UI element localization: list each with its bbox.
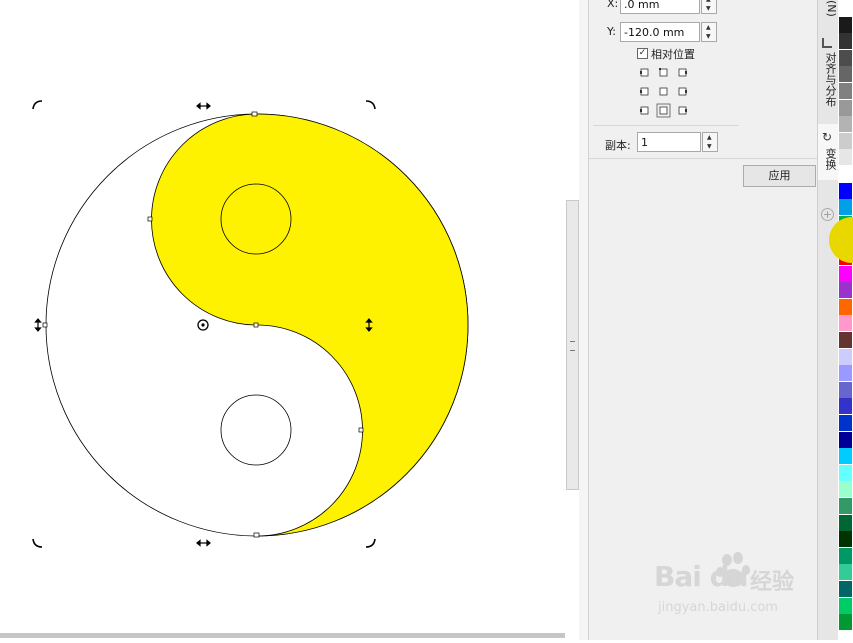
align-icon — [822, 38, 832, 48]
palette-swatch[interactable] — [839, 614, 852, 631]
apply-button[interactable]: 应用 — [743, 165, 816, 187]
x-spinner[interactable]: ▲▼ — [701, 0, 717, 14]
scroll-grip-icon — [570, 341, 575, 351]
palette-swatch[interactable] — [839, 448, 852, 465]
docker-tab-partial[interactable]: (N) — [820, 0, 838, 17]
palette-swatch[interactable] — [839, 498, 852, 515]
anchor-position-grid[interactable] — [639, 66, 691, 118]
palette-swatch[interactable] — [839, 432, 852, 449]
relative-position-label: 相对位置 — [651, 48, 695, 61]
yin-yang-drawing[interactable] — [0, 0, 565, 640]
palette-swatch[interactable] — [839, 33, 852, 50]
copies-label: 副本: — [605, 139, 631, 152]
palette-swatch[interactable] — [839, 199, 852, 216]
baidu-watermark: Bai du 经验 jingyan.baidu.com — [652, 548, 812, 628]
palette-swatch[interactable] — [839, 382, 852, 399]
palette-swatch[interactable] — [839, 116, 852, 133]
y-label: Y: — [607, 25, 616, 38]
horizontal-scrollbar[interactable] — [0, 633, 565, 638]
palette-swatch[interactable] — [839, 166, 852, 183]
drawing-canvas[interactable] — [0, 0, 565, 640]
palette-swatch[interactable] — [839, 149, 852, 166]
palette-swatch[interactable] — [839, 83, 852, 100]
x-position-input[interactable]: .0 mm — [620, 0, 700, 14]
palette-swatch[interactable] — [839, 266, 852, 283]
palette-swatch[interactable] — [839, 548, 852, 565]
palette-swatch[interactable] — [839, 598, 852, 615]
palette-swatch[interactable] — [839, 415, 852, 432]
tab-align-distribute[interactable]: 对齐与分布 — [820, 52, 838, 107]
palette-swatch[interactable] — [839, 66, 852, 83]
docker-tab-strip: (N) 对齐与分布 ↻ 变换 + — [817, 0, 838, 640]
palette-swatch[interactable] — [839, 299, 852, 316]
palette-swatch[interactable] — [839, 398, 852, 415]
panel-divider — [589, 158, 818, 159]
copies-spinner[interactable]: ▲ ▼ — [702, 132, 718, 152]
palette-swatch[interactable] — [839, 100, 852, 117]
palette-swatch[interactable] — [839, 515, 852, 532]
palette-swatch[interactable] — [839, 50, 852, 67]
palette-swatch[interactable] — [839, 183, 852, 200]
palette-swatch[interactable] — [839, 133, 852, 150]
add-docker-icon[interactable]: + — [821, 208, 834, 221]
palette-swatch[interactable] — [839, 365, 852, 382]
palette-swatch[interactable] — [839, 0, 852, 17]
watermark-brand: Bai du — [654, 560, 749, 593]
palette-swatch[interactable] — [839, 349, 852, 366]
palette-swatch[interactable] — [839, 564, 852, 581]
palette-swatch[interactable] — [839, 581, 852, 598]
y-position-input[interactable]: -120.0 mm — [620, 22, 700, 42]
palette-swatch[interactable] — [839, 315, 852, 332]
vertical-scrollbar[interactable] — [566, 200, 579, 490]
palette-swatch[interactable] — [839, 17, 852, 34]
transform-docker-panel: X: .0 mm ▲▼ Y: -120.0 mm ▲▼ ✓ 相对位置 副本: 1… — [588, 0, 818, 640]
copies-input[interactable]: 1 — [637, 132, 701, 152]
relative-position-checkbox[interactable]: ✓ — [637, 48, 648, 59]
y-spinner[interactable]: ▲ ▼ — [701, 22, 717, 42]
splitter[interactable] — [579, 0, 588, 640]
transform-icon: ↻ — [822, 130, 833, 144]
palette-swatch[interactable] — [839, 332, 852, 349]
palette-swatch[interactable] — [839, 465, 852, 482]
palette-swatch[interactable] — [839, 481, 852, 498]
x-label: X: — [607, 0, 619, 10]
watermark-product: 经验 — [750, 570, 795, 595]
color-palette — [838, 0, 853, 640]
palette-swatch[interactable] — [839, 531, 852, 548]
panel-divider — [593, 125, 739, 126]
tab-transform[interactable]: 变换 — [820, 148, 838, 170]
palette-swatch[interactable] — [839, 282, 852, 299]
watermark-url: jingyan.baidu.com — [658, 600, 778, 615]
